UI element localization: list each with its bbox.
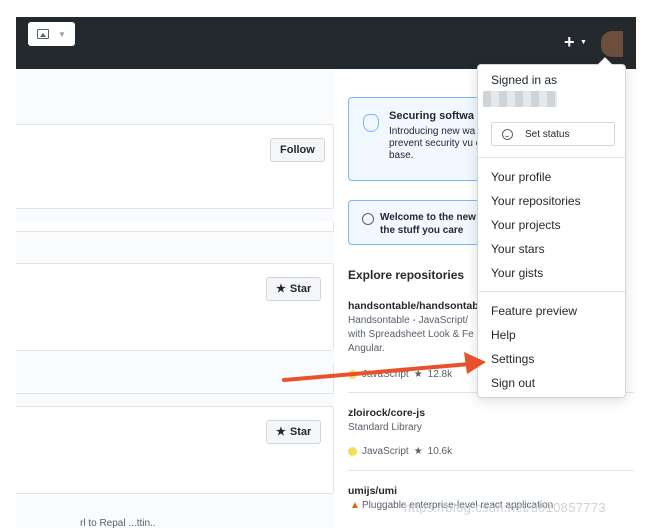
watermark-text: https://blog.csdn.net/u010857773 — [404, 500, 606, 515]
arrow-head — [464, 352, 486, 374]
annotation-arrow — [282, 352, 486, 382]
footer-text: rl to Repal ...ttin.. — [80, 518, 156, 528]
arrow-shaft — [282, 362, 472, 382]
